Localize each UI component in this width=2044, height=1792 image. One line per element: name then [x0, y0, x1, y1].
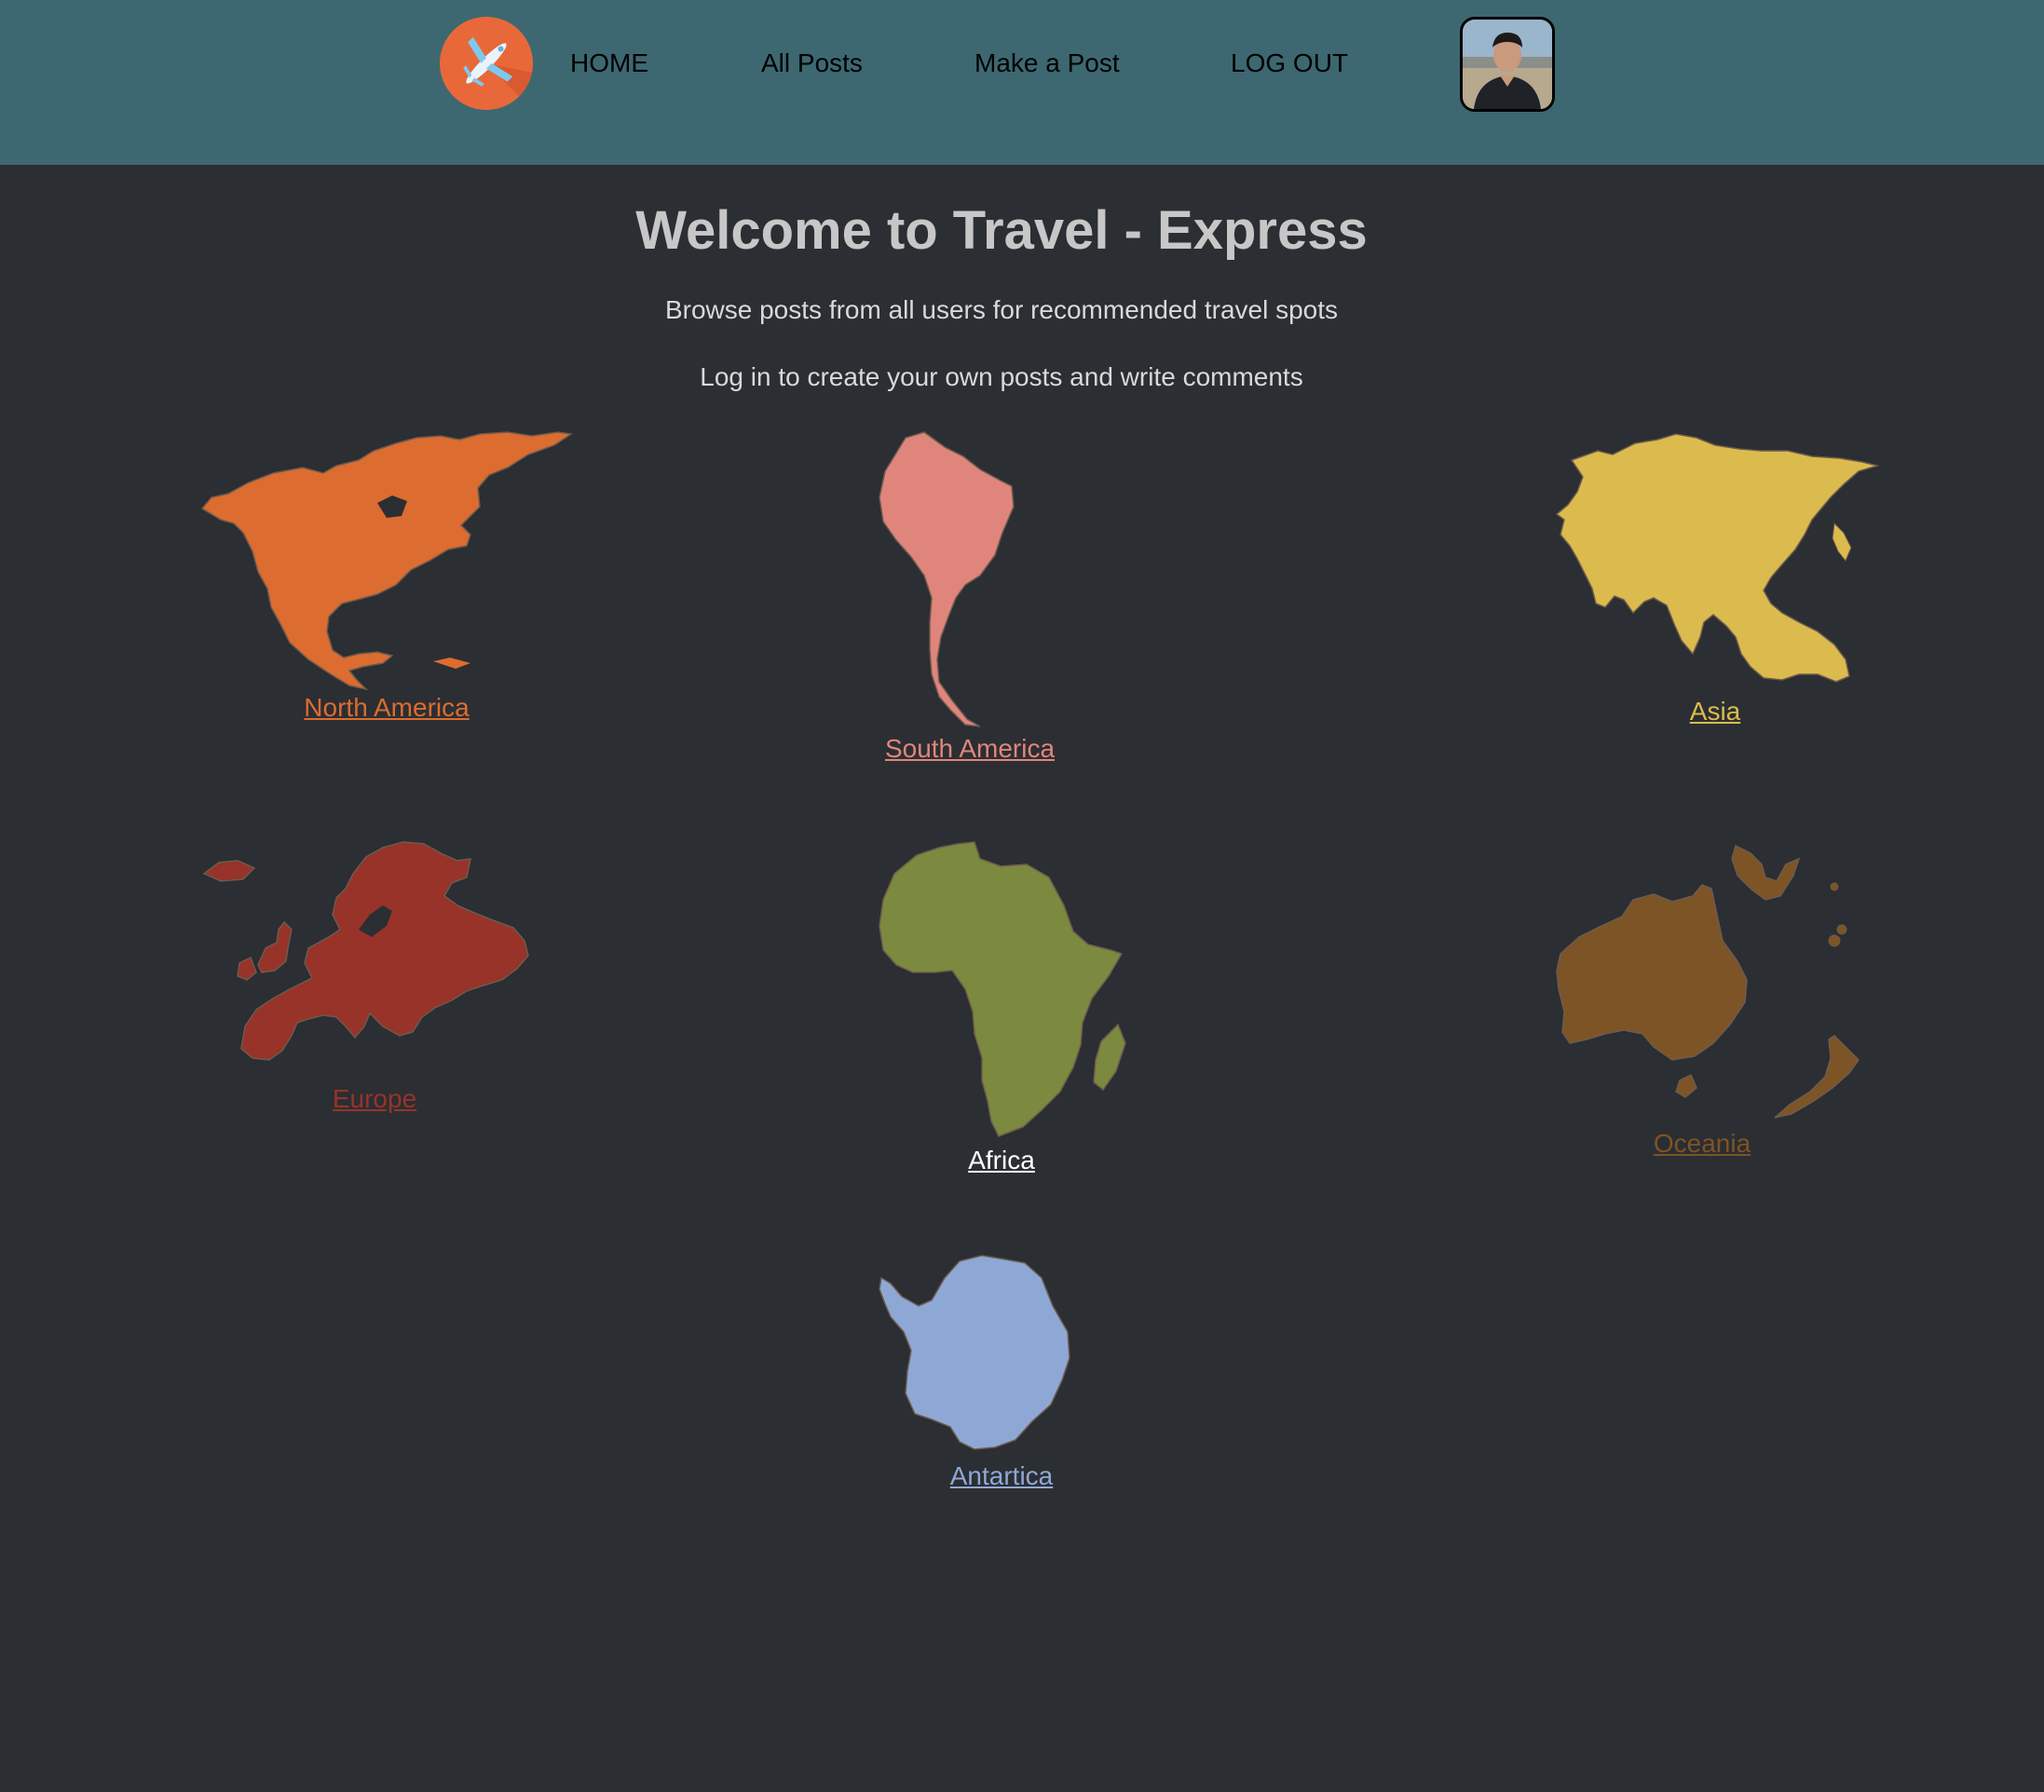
nav-all-posts-link[interactable]: All Posts — [761, 45, 863, 82]
subtitle-login: Log in to create your own posts and writ… — [700, 362, 1303, 391]
nav-make-post-link[interactable]: Make a Post — [974, 45, 1120, 82]
oceania-map[interactable] — [1555, 840, 1862, 1129]
navbar: HOME All Posts Make a Post LOG OUT — [0, 0, 2044, 165]
oceania-link[interactable]: Oceania — [1654, 1127, 1751, 1161]
antarctica-map[interactable] — [878, 1250, 1129, 1455]
nav-home-link[interactable]: HOME — [570, 45, 648, 82]
north-america-map[interactable] — [200, 430, 573, 691]
page-title: Welcome to Travel - Express — [635, 200, 1368, 261]
africa-link[interactable]: Africa — [968, 1144, 1035, 1177]
europe-link[interactable]: Europe — [333, 1082, 416, 1116]
subtitle-browse: Browse posts from all users for recommen… — [664, 295, 1339, 324]
north-america-link[interactable]: North America — [304, 691, 469, 725]
asia-map[interactable] — [1555, 430, 1881, 691]
antarctica-link[interactable]: Antartica — [950, 1459, 1054, 1493]
asia-link[interactable]: Asia — [1690, 695, 1740, 728]
south-america-link[interactable]: South America — [885, 732, 1055, 766]
airplane-icon[interactable] — [440, 17, 533, 110]
south-america-map[interactable] — [878, 430, 1064, 728]
user-avatar[interactable] — [1460, 17, 1555, 112]
africa-map[interactable] — [878, 840, 1129, 1138]
nav-logout-link[interactable]: LOG OUT — [1231, 45, 1348, 82]
europe-map[interactable] — [200, 840, 554, 1082]
